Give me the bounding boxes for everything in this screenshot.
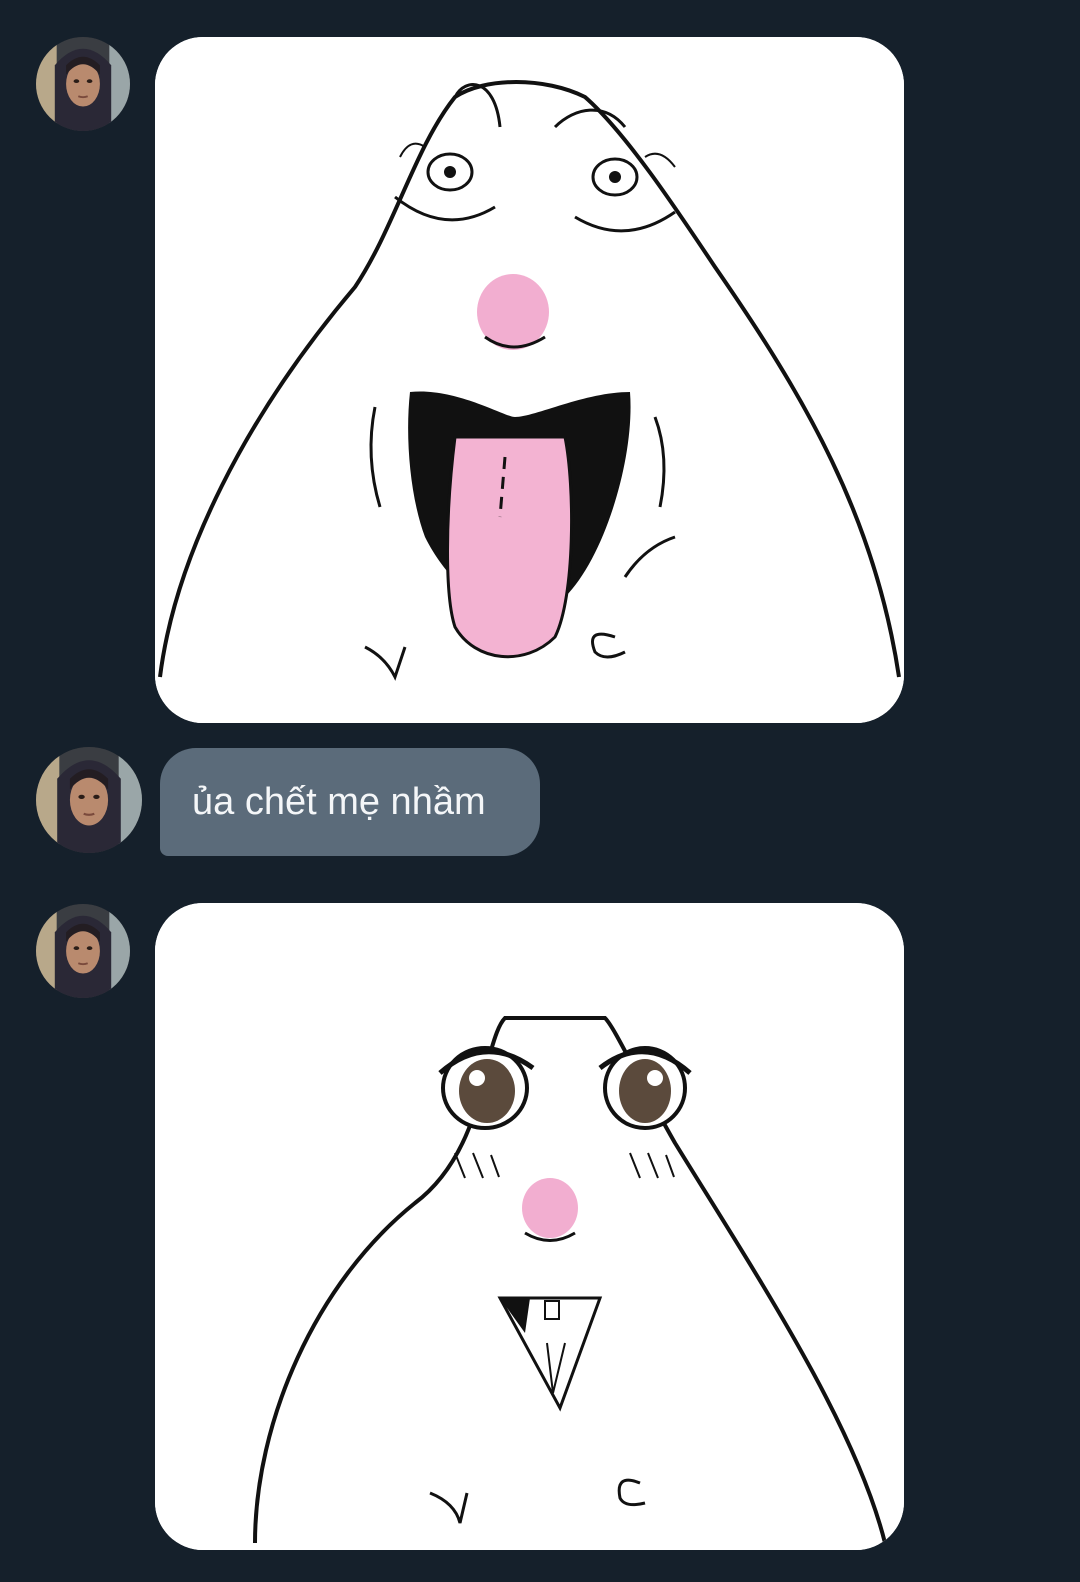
image-message-tongue-meme[interactable]	[155, 37, 904, 723]
message-row	[0, 870, 1080, 1582]
sender-avatar[interactable]	[36, 37, 130, 131]
text-message-bubble[interactable]: ủa chết mẹ nhầm	[160, 748, 540, 856]
image-message-shy-meme[interactable]	[155, 903, 904, 1550]
avatar-photo	[36, 904, 130, 998]
avatar-photo	[36, 747, 142, 853]
meme-face-tongue-out-drawing	[155, 37, 904, 723]
message-row	[0, 0, 1080, 740]
meme-face-shy-drawing	[155, 903, 904, 1550]
message-row: ủa chết mẹ nhầm	[0, 740, 1080, 870]
sender-avatar[interactable]	[36, 904, 130, 998]
sender-avatar[interactable]	[36, 747, 142, 853]
avatar-photo	[36, 37, 130, 131]
message-text: ủa chết mẹ nhầm	[192, 781, 486, 823]
